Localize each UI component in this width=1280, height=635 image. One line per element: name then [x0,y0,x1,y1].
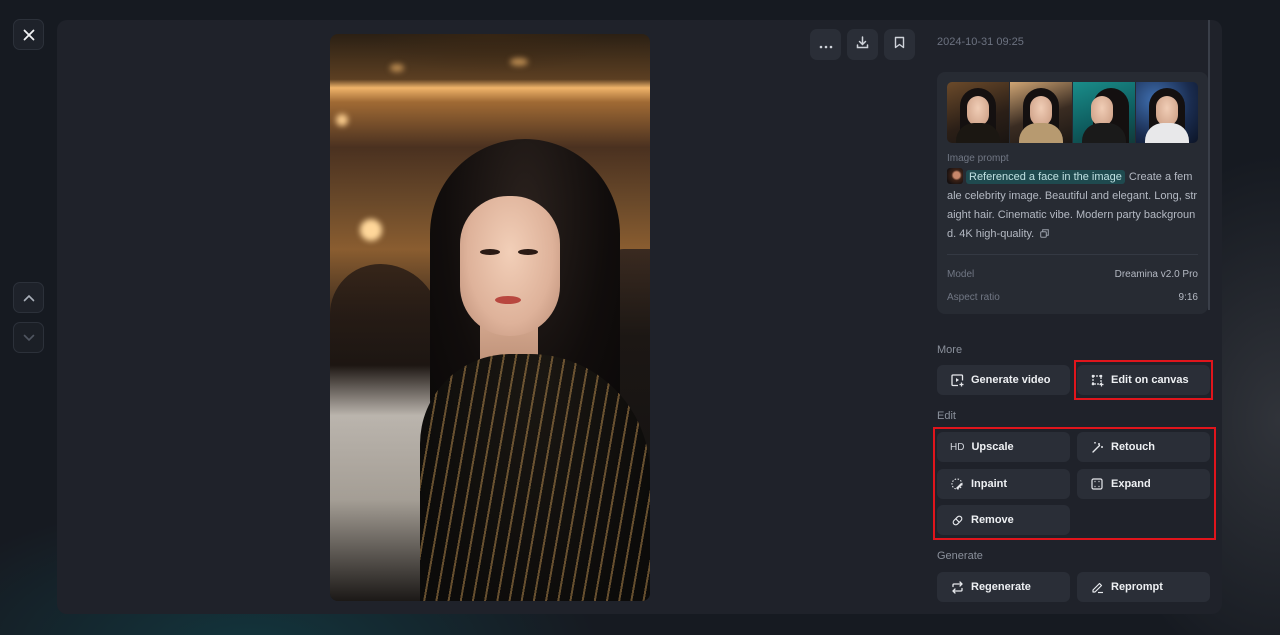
reprompt-button[interactable]: Reprompt [1077,572,1210,602]
pencil-icon [1090,580,1104,594]
model-value: Dreamina v2.0 Pro [1114,269,1198,280]
copy-icon[interactable] [1040,226,1050,245]
more-horizontal-icon [819,36,833,54]
generate-video-button[interactable]: Generate video [937,365,1070,395]
thumbnail-4[interactable] [1136,82,1198,143]
thumbnail-2[interactable] [1010,82,1072,143]
section-label-generate: Generate [937,550,983,562]
bookmark-icon [894,36,905,54]
video-generate-icon [950,373,964,387]
regenerate-label: Regenerate [971,581,1031,593]
close-button[interactable] [13,19,44,50]
image-info-card: Image prompt Referenced a face in the im… [937,72,1208,314]
aspect-ratio-label: Aspect ratio [947,292,1000,303]
reprompt-label: Reprompt [1111,581,1163,593]
inpaint-brush-icon [950,477,964,491]
prompt-label: Image prompt [947,153,1009,164]
generated-image[interactable] [330,34,650,601]
magic-wand-icon [1090,440,1104,454]
retouch-button[interactable]: Retouch [1077,432,1210,462]
panel-scrollbar[interactable] [1208,20,1210,310]
generate-video-label: Generate video [971,374,1051,386]
eraser-icon [950,513,964,527]
remove-label: Remove [971,514,1014,526]
info-divider [947,254,1198,255]
creation-timestamp: 2024-10-31 09:25 [937,36,1024,48]
download-button[interactable] [847,29,878,60]
regenerate-button[interactable]: Regenerate [937,572,1070,602]
chevron-down-icon [23,334,35,342]
variation-thumbnails [947,82,1198,143]
thumbnail-3[interactable] [1073,82,1135,143]
inpaint-label: Inpaint [971,478,1008,490]
reference-face-thumbnail [947,168,963,184]
expand-label: Expand [1111,478,1151,490]
aspect-ratio-value: 9:16 [1178,292,1198,303]
thumbnail-1[interactable] [947,82,1009,143]
download-icon [856,35,869,54]
remove-button[interactable]: Remove [937,505,1070,535]
model-row: Model Dreamina v2.0 Pro [947,263,1198,286]
upscale-button[interactable]: HD Upscale [937,432,1070,462]
model-label: Model [947,269,975,280]
retouch-label: Retouch [1111,441,1155,453]
expand-button[interactable]: Expand [1077,469,1210,499]
previous-image-button[interactable] [13,282,44,313]
expand-icon [1090,477,1104,491]
upscale-label: Upscale [971,441,1014,453]
prompt-text-block: Referenced a face in the image Create a f… [947,168,1198,245]
section-label-more: More [937,344,963,356]
bookmark-button[interactable] [884,29,915,60]
chevron-up-icon [23,294,35,302]
more-options-button[interactable] [810,29,841,60]
section-label-edit: Edit [937,410,956,422]
edit-on-canvas-label: Edit on canvas [1111,374,1189,386]
inpaint-button[interactable]: Inpaint [937,469,1070,499]
next-image-button[interactable] [13,322,44,353]
edit-on-canvas-button[interactable]: Edit on canvas [1077,365,1210,395]
regenerate-icon [950,580,964,594]
hd-icon: HD [950,441,965,453]
close-icon [23,29,35,41]
aspect-ratio-row: Aspect ratio 9:16 [947,286,1198,309]
canvas-edit-icon [1090,373,1104,387]
reference-face-chip[interactable]: Referenced a face in the image [966,170,1125,184]
